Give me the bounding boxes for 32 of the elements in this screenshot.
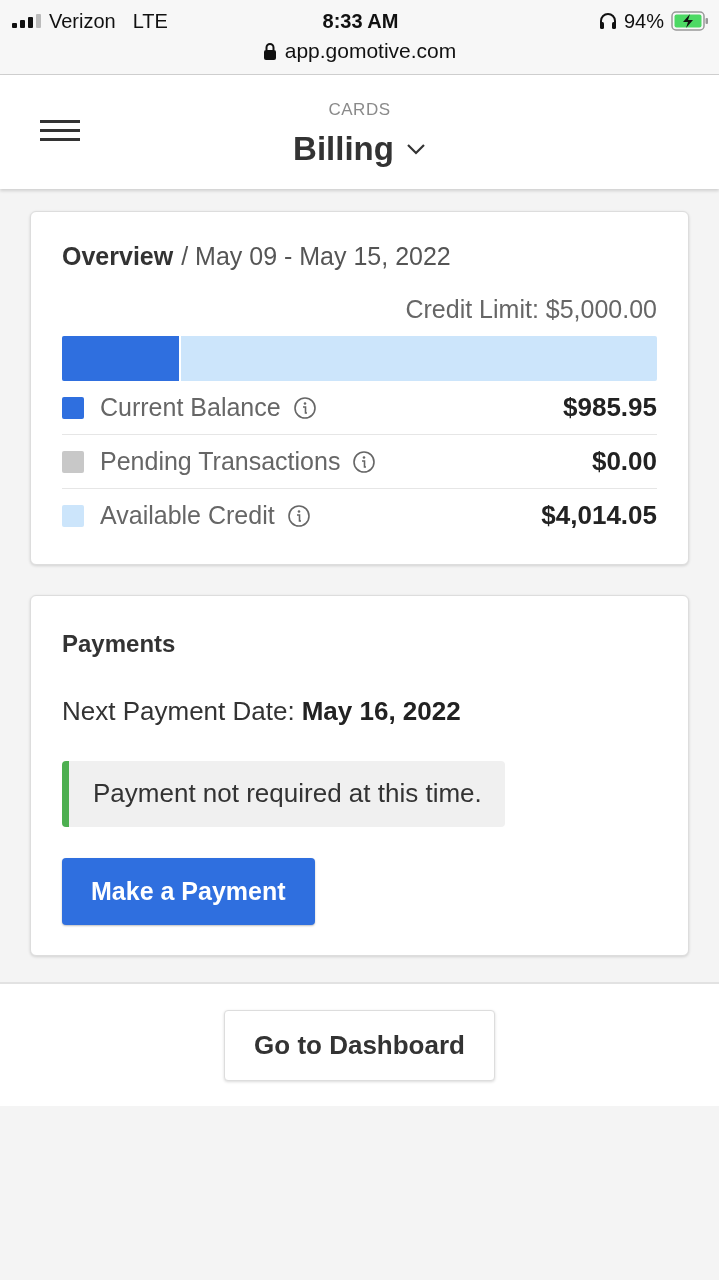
amount: $4,014.05 bbox=[541, 500, 657, 531]
battery-percent: 94% bbox=[623, 9, 664, 33]
carrier-name: Verizon bbox=[49, 9, 116, 33]
payment-notice: Payment not required at this time. bbox=[62, 761, 505, 827]
lock-icon bbox=[262, 42, 277, 60]
legend-label: Pending Transactions bbox=[100, 447, 341, 476]
clock-time: 8:33 AM bbox=[322, 9, 399, 33]
credit-limit: Credit Limit: $5,000.00 bbox=[405, 295, 657, 324]
make-payment-button[interactable]: Make a Payment bbox=[62, 858, 315, 925]
card-title: Overview bbox=[62, 242, 174, 271]
amount: $985.95 bbox=[563, 392, 657, 423]
next-payment-label: Next Payment Date: bbox=[62, 696, 295, 727]
section-label: CARDS bbox=[328, 100, 391, 120]
legend-label: Available Credit bbox=[100, 501, 275, 530]
signal-icon bbox=[12, 14, 42, 28]
headphones-icon bbox=[598, 12, 617, 30]
date-range: / May 09 - May 15, 2022 bbox=[181, 242, 451, 271]
menu-icon bbox=[40, 119, 80, 143]
dashboard-button[interactable]: Go to Dashboard bbox=[224, 1009, 495, 1081]
amount: $0.00 bbox=[591, 446, 657, 477]
battery-icon bbox=[671, 11, 709, 31]
next-payment-date: May 16, 2022 bbox=[301, 696, 461, 727]
url-text: app.gomotive.com bbox=[284, 39, 457, 63]
menu-button[interactable] bbox=[40, 119, 80, 143]
network-type: LTE bbox=[132, 9, 168, 33]
info-icon bbox=[352, 449, 377, 474]
card-title: Payments bbox=[62, 630, 177, 658]
info-icon bbox=[286, 503, 311, 528]
page-title-dropdown[interactable]: Billing bbox=[293, 130, 426, 168]
info-icon bbox=[292, 395, 317, 420]
chevron-down-icon bbox=[405, 143, 426, 155]
legend-label: Current Balance bbox=[100, 393, 281, 422]
